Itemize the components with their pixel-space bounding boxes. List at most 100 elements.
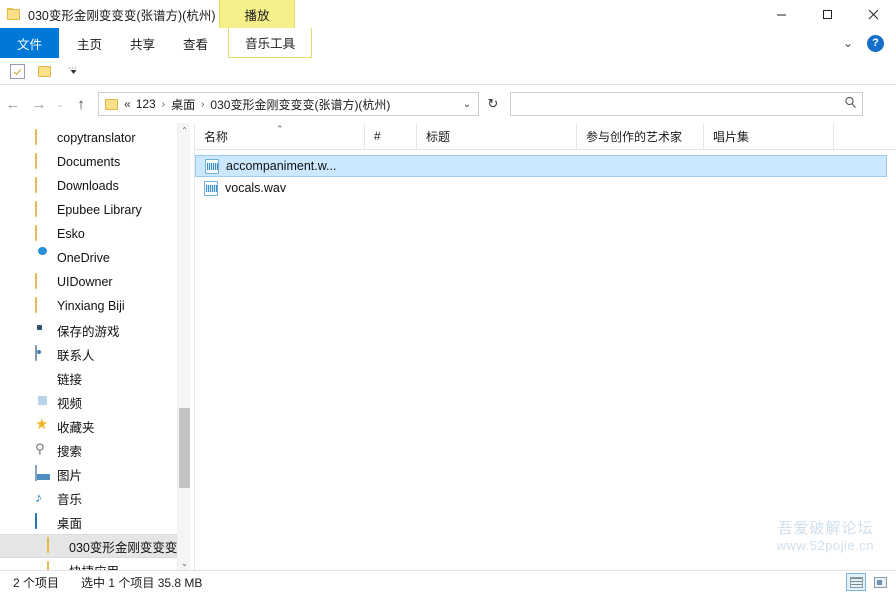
new-folder-icon[interactable] [34, 61, 56, 81]
sidebar-item-saved-games[interactable]: 保存的游戏 [0, 318, 183, 342]
search-input[interactable] [511, 93, 838, 115]
column-label: 标题 [426, 128, 450, 145]
breadcrumb-item-123[interactable]: 123 [131, 97, 161, 111]
refresh-button[interactable]: ↻ [479, 92, 507, 116]
sidebar-item-downloads[interactable]: Downloads [0, 174, 183, 198]
item-count-label: 2 个项目 [0, 574, 59, 591]
column-label: 唱片集 [713, 128, 749, 145]
sidebar-item-videos[interactable]: 视频 [0, 390, 183, 414]
column-header-title[interactable]: 标题 [417, 123, 577, 149]
contextual-tab-group-play[interactable]: 播放 [219, 0, 295, 28]
address-bar[interactable]: « 123 › 桌面 › 030变形金刚变变变(张谱方)(杭州) ⌄ [98, 92, 479, 116]
tab-view[interactable]: 查看 [169, 28, 222, 58]
window-title: 030变形金刚变变变(张谱方)(杭州) [28, 5, 216, 24]
search-icon: ⚲ [35, 442, 51, 458]
column-header-name[interactable]: 名称 ⌃ [195, 123, 365, 149]
folder-icon [35, 274, 51, 290]
address-folder-icon [105, 99, 118, 110]
sidebar-item-quick-apps[interactable]: 快捷应用 [0, 558, 183, 570]
tab-music-tools[interactable]: 音乐工具 [228, 28, 312, 58]
navigation-pane-scrollbar[interactable]: ⌃ ⌄ [177, 123, 190, 570]
table-row[interactable]: accompaniment.w... [195, 155, 887, 177]
folder-icon [35, 226, 51, 242]
chevron-down-icon[interactable]: ⌄ [456, 99, 478, 110]
scroll-up-button[interactable]: ⌃ [178, 123, 191, 137]
tab-share[interactable]: 共享 [116, 28, 169, 58]
sidebar-item-label: 链接 [57, 369, 82, 388]
breadcrumb-item-desktop[interactable]: 桌面 [166, 96, 200, 113]
navigation-bar: ← → ⌄ ↑ « 123 › 桌面 › 030变形金刚变变变(张谱方)(杭州)… [0, 85, 896, 123]
forward-button[interactable]: → [26, 90, 52, 118]
sidebar-item-label: 图片 [57, 465, 82, 484]
sidebar-item-onedrive[interactable]: OneDrive [0, 246, 183, 270]
back-button[interactable]: ← [0, 90, 26, 118]
tab-home[interactable]: 主页 [63, 28, 116, 58]
sidebar-item-favorites[interactable]: ★ 收藏夹 [0, 414, 183, 438]
sidebar-item-label: 音乐 [57, 489, 82, 508]
search-box[interactable] [510, 92, 863, 116]
folder-icon [35, 298, 51, 314]
breadcrumb-item-current-folder[interactable]: 030变形金刚变变变(张谱方)(杭州) [205, 96, 395, 113]
navigation-tree: copytranslator Documents Downloads Epube… [0, 126, 183, 570]
sidebar-item-label: Documents [57, 155, 120, 169]
search-icon[interactable] [838, 96, 862, 112]
table-row[interactable]: vocals.wav [195, 177, 887, 199]
file-list: accompaniment.w... vocals.wav [195, 150, 896, 199]
customize-dropdown-icon[interactable] [62, 61, 84, 81]
sidebar-item-contacts[interactable]: 联系人 [0, 342, 183, 366]
star-icon: ★ [35, 418, 51, 434]
chevron-down-icon[interactable]: ⌄ [839, 34, 857, 52]
large-icons-view-button[interactable] [870, 573, 890, 591]
close-button[interactable] [850, 0, 896, 28]
column-label: # [374, 129, 381, 143]
column-header-artist[interactable]: 参与创作的艺术家 [577, 123, 704, 149]
details-view-button[interactable] [846, 573, 866, 591]
sidebar-item-epubee-library[interactable]: Epubee Library [0, 198, 183, 222]
ribbon-right-controls: ⌄ ? [839, 28, 892, 58]
sidebar-item-label: Yinxiang Biji [57, 299, 125, 313]
help-icon[interactable]: ? [867, 35, 884, 52]
folder-icon [35, 154, 51, 170]
recent-locations-icon[interactable]: ⌄ [52, 90, 68, 118]
sidebar-item-label: UIDowner [57, 275, 113, 289]
sidebar-item-yinxiang-biji[interactable]: Yinxiang Biji [0, 294, 183, 318]
up-button[interactable]: ↑ [68, 90, 94, 118]
watermark: 吾爱破解论坛 www.52pojie.cn [777, 520, 874, 554]
sidebar-item-links[interactable]: 链接 [0, 366, 183, 390]
sidebar-item-current-folder[interactable]: 030变形金刚变变变 [0, 534, 183, 558]
sidebar-item-label: Epubee Library [57, 203, 142, 217]
column-header-album[interactable]: 唱片集 [704, 123, 834, 149]
scrollbar-thumb[interactable] [179, 408, 190, 488]
folder-icon [7, 8, 21, 21]
sidebar-item-label: 保存的游戏 [57, 321, 120, 340]
sidebar-item-music[interactable]: ♪ 音乐 [0, 486, 183, 510]
maximize-button[interactable] [804, 0, 850, 28]
column-label: 名称 [204, 128, 228, 145]
wav-file-icon [204, 181, 218, 196]
folder-icon [35, 178, 51, 194]
quick-access-toolbar [0, 58, 896, 85]
sidebar-item-label: 快捷应用 [69, 561, 119, 571]
tab-file[interactable]: 文件 [0, 28, 59, 58]
column-header-number[interactable]: # [365, 123, 417, 149]
contacts-icon [35, 346, 51, 362]
sidebar-item-esko[interactable]: Esko [0, 222, 183, 246]
column-header-row: 名称 ⌃ # 标题 参与创作的艺术家 唱片集 [195, 123, 896, 150]
sidebar-item-desktop[interactable]: 桌面 [0, 510, 183, 534]
scroll-down-button[interactable]: ⌄ [178, 556, 191, 570]
sidebar-item-documents[interactable]: Documents [0, 150, 183, 174]
sidebar-item-pictures[interactable]: 图片 [0, 462, 183, 486]
navigation-pane: copytranslator Documents Downloads Epube… [0, 123, 194, 570]
minimize-button[interactable] [758, 0, 804, 28]
sidebar-item-searches[interactable]: ⚲ 搜索 [0, 438, 183, 462]
file-name: vocals.wav [225, 181, 286, 195]
desktop-icon [35, 514, 51, 530]
sidebar-item-label: 030变形金刚变变变 [69, 537, 177, 556]
properties-icon[interactable] [6, 61, 28, 81]
cloud-icon [35, 250, 51, 266]
view-mode-buttons [846, 573, 890, 591]
breadcrumb-overflow[interactable]: « [118, 97, 131, 111]
sidebar-item-uidowner[interactable]: UIDowner [0, 270, 183, 294]
links-icon [35, 370, 51, 386]
sidebar-item-copytranslator[interactable]: copytranslator [0, 126, 183, 150]
